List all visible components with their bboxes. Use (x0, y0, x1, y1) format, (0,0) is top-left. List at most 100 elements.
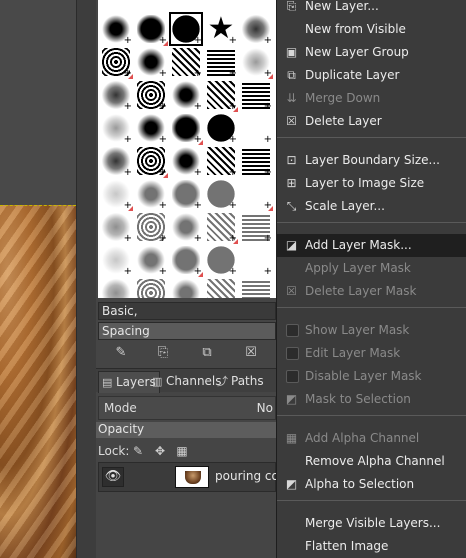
brush-item[interactable]: + (239, 276, 273, 298)
duplicate-icon: ⧉ (287, 68, 296, 82)
brush-item[interactable]: + (99, 243, 133, 277)
menu-item-add-alpha-channel[interactable]: ▦ Add Alpha Channel (277, 427, 466, 450)
brush-item[interactable]: + (99, 210, 133, 244)
lock-position-icon[interactable]: ✥ (152, 440, 168, 462)
menu-item-new-layer[interactable]: ⎘ New Layer... (277, 0, 466, 18)
menu-item-flatten-image[interactable]: Flatten Image (277, 535, 466, 558)
brush-item[interactable]: + (239, 210, 273, 244)
brush-item[interactable]: + (204, 144, 238, 178)
brush-item[interactable]: + (99, 78, 133, 112)
menu-item-apply-layer-mask[interactable]: Apply Layer Mask (277, 257, 466, 280)
brush-item[interactable]: + (99, 111, 133, 145)
brush-item[interactable]: + (204, 177, 238, 211)
menu-item-delete-layer-mask[interactable]: ☒ Delete Layer Mask (277, 280, 466, 303)
brush-item[interactable]: + (169, 45, 203, 79)
menu-item-label: New Layer... (305, 0, 379, 13)
menu-item-new-layer-group[interactable]: ▣ New Layer Group (277, 41, 466, 64)
brush-item[interactable]: + (134, 144, 168, 178)
lock-pixels-icon[interactable]: ✎ (130, 440, 146, 462)
canvas-scrollbar[interactable] (76, 0, 96, 558)
brush-item[interactable]: + (204, 45, 238, 79)
brush-item[interactable]: + (134, 210, 168, 244)
delete-mask-icon: ☒ (286, 284, 297, 298)
menu-item-label: Duplicate Layer (305, 68, 400, 82)
brush-item[interactable]: + (134, 111, 168, 145)
menu-item-new-from-visible[interactable]: New from Visible (277, 18, 466, 41)
tab-paths[interactable]: ⤴ Paths (214, 371, 267, 393)
mode-selector[interactable]: Mode No (98, 396, 276, 420)
brush-item[interactable]: + (239, 243, 273, 277)
lock-alpha-icon[interactable]: ▦ (174, 440, 190, 462)
menu-item-merge-visible-layers[interactable]: Merge Visible Layers... (277, 512, 466, 535)
brush-name-field[interactable]: Basic, (98, 302, 276, 320)
menu-separator (277, 137, 466, 138)
brush-item[interactable]: + (239, 111, 273, 145)
menu-item-edit-layer-mask[interactable]: Edit Layer Mask (277, 342, 466, 365)
menu-item-duplicate-layer[interactable]: ⧉ Duplicate Layer (277, 64, 466, 87)
brush-item[interactable]: + (169, 177, 203, 211)
brush-item[interactable]: + (99, 144, 133, 178)
brush-item[interactable]: + (239, 144, 273, 178)
brush-item[interactable]: + (134, 12, 168, 46)
layers-context-menu: ⎘ New Layer... New from Visible ▣ New Layer … (276, 0, 466, 558)
layers-icon: ▤ (102, 376, 113, 389)
brush-item[interactable]: + (239, 177, 273, 211)
menu-item-mask-to-selection[interactable]: ◩ Mask to Selection (277, 388, 466, 411)
delete-icon: ☒ (286, 114, 297, 128)
brush-item[interactable]: + (169, 111, 203, 145)
layer-thumbnail (175, 466, 209, 488)
brush-item[interactable]: + (169, 210, 203, 244)
menu-item-label: New Layer Group (305, 45, 409, 59)
menu-item-layer-to-image-size[interactable]: ⊞ Layer to Image Size (277, 172, 466, 195)
brush-item[interactable]: + (169, 276, 203, 298)
brush-item[interactable]: + (169, 78, 203, 112)
brush-item[interactable]: + (99, 276, 133, 298)
layer-row[interactable]: 👁 pouring coffe (98, 462, 294, 492)
delete-brush-icon[interactable]: ☒ (242, 344, 260, 362)
lock-label: Lock: (98, 444, 130, 458)
menu-item-scale-layer[interactable]: ⤡ Scale Layer... (277, 195, 466, 218)
menu-item-delete-layer[interactable]: ☒ Delete Layer (277, 110, 466, 133)
mode-value[interactable]: No (257, 397, 273, 419)
brush-item[interactable]: + (204, 111, 238, 145)
brush-grid[interactable]: + + + ★ + + + + + + + + + + + + + + + + + + + + + + + + + + + + + + + + + + + +… (98, 0, 276, 298)
duplicate-brush-icon[interactable]: ⧉ (198, 344, 216, 362)
brush-item[interactable]: + (134, 177, 168, 211)
brush-item[interactable]: + (99, 45, 133, 79)
brush-item[interactable]: ★ + (204, 12, 238, 46)
menu-item-disable-layer-mask[interactable]: Disable Layer Mask (277, 365, 466, 388)
brush-item[interactable]: + (204, 276, 238, 298)
brush-preview (172, 279, 200, 298)
brush-item[interactable]: + (169, 12, 203, 46)
visibility-eye-icon[interactable]: 👁 (102, 467, 124, 487)
menu-item-merge-down[interactable]: ⇊ Merge Down (277, 87, 466, 110)
image-canvas[interactable] (0, 0, 76, 558)
brush-item[interactable]: + (169, 243, 203, 277)
menu-item-show-layer-mask[interactable]: Show Layer Mask (277, 319, 466, 342)
brush-item[interactable]: + (134, 276, 168, 298)
brush-item[interactable]: + (134, 78, 168, 112)
brush-item[interactable]: + (134, 243, 168, 277)
menu-item-alpha-to-selection[interactable]: ◩ Alpha to Selection (277, 473, 466, 496)
brush-item[interactable]: + (204, 243, 238, 277)
menu-item-label: Add Layer Mask... (305, 238, 412, 252)
new-brush-icon[interactable]: ⎘ (154, 344, 172, 362)
brush-item[interactable]: + (134, 45, 168, 79)
brush-item[interactable]: + (239, 12, 273, 46)
menu-item-add-layer-mask[interactable]: ◪ Add Layer Mask... (277, 234, 466, 257)
menu-item-remove-alpha-channel[interactable]: Remove Alpha Channel (277, 450, 466, 473)
opacity-slider[interactable]: Opacity (96, 422, 276, 438)
spacing-slider[interactable]: Spacing (98, 322, 276, 340)
brush-item[interactable]: + (99, 177, 133, 211)
brush-item[interactable]: + (169, 144, 203, 178)
canvas-image[interactable] (0, 205, 76, 558)
brush-item[interactable]: + (204, 210, 238, 244)
menu-item-layer-boundary-size[interactable]: ⊡ Layer Boundary Size... (277, 149, 466, 172)
brush-item[interactable]: + (239, 78, 273, 112)
menu-item-label: Remove Alpha Channel (305, 454, 445, 468)
brush-item[interactable]: + (99, 12, 133, 46)
brush-item[interactable]: + (239, 45, 273, 79)
brush-item[interactable]: + (204, 78, 238, 112)
edit-brush-icon[interactable]: ✎ (112, 344, 130, 362)
mode-label: Mode (104, 401, 137, 415)
